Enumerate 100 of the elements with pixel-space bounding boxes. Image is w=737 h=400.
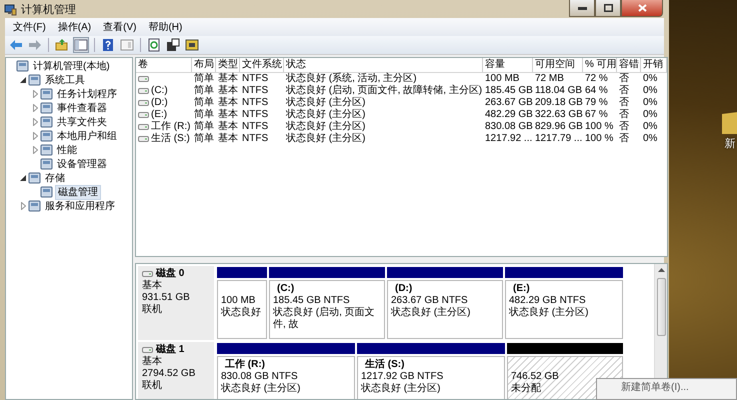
table-cell-text: 100 %: [584, 121, 614, 133]
tree-item[interactable]: 存储: [43, 172, 67, 184]
table-cell-text: 基本: [217, 73, 239, 84]
table-cell-text: 状态良好 (主分区): [285, 97, 366, 108]
disk-size: 931.51 GB: [142, 292, 191, 304]
collapse-arrow-icon[interactable]: [20, 77, 26, 83]
table-cell-text: 830.08 GB: [484, 121, 533, 133]
refresh-icon[interactable]: [146, 37, 162, 53]
minimize-icon: [578, 6, 586, 10]
minimize-button[interactable]: [569, 0, 595, 17]
tree-item[interactable]: 磁盘管理: [55, 184, 101, 200]
partition-label: (C:): [276, 283, 296, 295]
table-cell-text: 322.63 GB: [534, 109, 583, 121]
table-cell-text: 1217.79 ...: [534, 133, 583, 145]
menu-item[interactable]: 查看(V): [98, 20, 142, 34]
computer-management-icon: [4, 2, 17, 16]
disk-name: 磁盘 0: [156, 268, 184, 280]
tree-item[interactable]: 共享文件夹: [55, 116, 109, 128]
expand-arrow-icon[interactable]: [32, 146, 38, 154]
column-header[interactable]: 布局: [192, 58, 216, 72]
column-header[interactable]: 容错: [617, 58, 641, 72]
partition-status: 状态良好 (主分区): [391, 307, 472, 319]
table-cell-text: 263.67 GB: [484, 97, 533, 109]
disk-type: 基本: [142, 280, 163, 292]
expand-arrow-icon[interactable]: [32, 90, 38, 98]
collapse-arrow-icon[interactable]: [20, 175, 26, 181]
table-cell-text: 100 MB: [484, 73, 520, 85]
table-cell-text: 1217.92 ...: [484, 133, 533, 145]
maximize-button[interactable]: [595, 0, 621, 17]
tree-item[interactable]: 本地用户和组: [55, 130, 119, 142]
node-icon: [40, 158, 53, 170]
tree-item[interactable]: 系统工具: [43, 74, 87, 86]
column-header[interactable]: 文件系统: [240, 58, 284, 72]
disk-size: 2794.52 GB: [142, 368, 196, 380]
column-header[interactable]: 容量: [483, 58, 533, 72]
expand-arrow-icon[interactable]: [20, 202, 26, 210]
partition-status: 状态良好 (主分区): [509, 307, 590, 319]
scroll-up-icon[interactable]: [658, 267, 664, 272]
folder-up-icon[interactable]: [54, 37, 70, 53]
partition-block[interactable]: 100 MB 状态良好: [217, 280, 267, 339]
table-cell-text: 0%: [642, 133, 658, 145]
node-icon: [40, 116, 53, 128]
properties-icon[interactable]: [165, 37, 181, 53]
tree-item[interactable]: 性能: [55, 144, 79, 156]
table-cell-text: 79 %: [584, 97, 609, 109]
table-cell-text: 185.45 GB: [484, 85, 533, 97]
table-cell-text: 简单: [193, 85, 215, 96]
table-cell-text: 209.18 GB: [534, 97, 583, 109]
column-header[interactable]: % 可用: [583, 58, 617, 72]
tree-item[interactable]: 事件查看器: [55, 102, 109, 114]
column-header[interactable]: 可用空间: [533, 58, 583, 72]
tree-item[interactable]: 服务和应用程序: [43, 200, 117, 212]
window-title: 计算机管理: [21, 2, 76, 16]
tree-item[interactable]: 任务计划程序: [55, 88, 119, 100]
folder-icon[interactable]: [722, 112, 737, 134]
expand-arrow-icon[interactable]: [32, 118, 38, 126]
partition-label: (E:): [512, 283, 531, 295]
table-cell-text: NTFS: [241, 133, 270, 145]
tree-item[interactable]: 设备管理器: [55, 158, 109, 170]
table-cell-text: 状态良好 (系统, 活动, 主分区): [285, 73, 418, 84]
column-header[interactable]: 开销: [641, 58, 667, 72]
partition-block[interactable]: 生活 (S:) 1217.92 GB NTFS 状态良好 (主分区): [357, 356, 505, 399]
node-icon: [40, 88, 53, 100]
table-cell-text: 状态良好 (启动, 页面文件, 故障转储, 主分区): [285, 85, 483, 96]
table-cell-text: 简单: [193, 121, 215, 132]
table-cell-text: 100 %: [584, 133, 614, 145]
table-cell-text: 否: [618, 97, 630, 109]
table-cell-text: NTFS: [241, 109, 270, 121]
menu-item[interactable]: 帮助(H): [143, 20, 188, 34]
partition-size: 185.45 GB NTFS: [273, 295, 351, 306]
drive-icon: [142, 347, 153, 353]
expand-arrow-icon[interactable]: [32, 132, 38, 140]
console-tree-icon[interactable]: [73, 37, 89, 53]
column-header[interactable]: 状态: [284, 58, 483, 72]
partition-block[interactable]: (E:) 482.29 GB NTFS 状态良好 (主分区): [505, 280, 623, 339]
menu-item[interactable]: 操作(A): [52, 20, 96, 34]
table-cell-text: 简单: [193, 109, 215, 120]
partition-size: 100 MB: [221, 295, 256, 306]
column-header[interactable]: 类型: [216, 58, 240, 72]
table-cell-text: 0%: [642, 97, 658, 109]
close-button[interactable]: [621, 0, 663, 17]
partition-size: 746.52 GB: [511, 371, 560, 382]
tree-item[interactable]: 计算机管理(本地): [31, 60, 112, 72]
partition-status: 状态良好: [221, 307, 262, 319]
node-icon: [28, 172, 41, 184]
table-cell-text: 67 %: [584, 109, 609, 121]
node-icon: [28, 74, 41, 86]
menu-item[interactable]: 文件(F): [8, 20, 51, 34]
expand-arrow-icon[interactable]: [32, 104, 38, 112]
partition-block[interactable]: (D:) 263.67 GB NTFS 状态良好 (主分区): [387, 280, 503, 339]
partition-size: 830.08 GB NTFS: [221, 371, 299, 382]
help-icon[interactable]: [100, 37, 116, 53]
table-cell-text: 118.04 GB: [534, 85, 583, 97]
table-cell-text: NTFS: [241, 73, 270, 85]
table-cell-text: 基本: [217, 121, 239, 132]
partition-status: 未分配: [511, 383, 542, 395]
disk-settings-icon[interactable]: [184, 37, 200, 53]
partition-block[interactable]: 工作 (R:) 830.08 GB NTFS 状态良好 (主分区): [217, 356, 355, 399]
column-header[interactable]: 卷: [136, 58, 192, 72]
partition-block[interactable]: (C:) 185.45 GB NTFS 状态良好 (启动, 页面文件, 故: [269, 280, 385, 339]
